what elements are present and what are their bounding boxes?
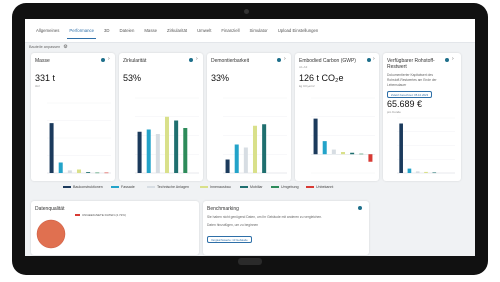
tab-3d[interactable]: 3D xyxy=(99,19,115,43)
legend-label: Mobiliar xyxy=(250,185,263,189)
app-screen: Allgemeines Performance 3D Dateien Masse… xyxy=(25,19,475,256)
legend-swatch xyxy=(200,186,208,188)
bar-fassade[interactable] xyxy=(407,168,412,173)
tab-upload-einstellungen[interactable]: Upload Einstellungen xyxy=(273,19,324,43)
legend-item[interactable]: Baukonstruktionen xyxy=(63,185,103,189)
bar-baukonstruktionen[interactable] xyxy=(313,118,318,155)
legend-label: Unbekannt xyxy=(316,185,334,189)
legend-label: Umgebung xyxy=(281,185,299,189)
gear-icon[interactable]: ⚙ xyxy=(63,44,67,50)
bar-innenausbau[interactable] xyxy=(164,116,170,173)
bar-mobiliar[interactable] xyxy=(432,172,437,174)
tab-dateien[interactable]: Dateien xyxy=(115,19,140,43)
bar-fassade[interactable] xyxy=(146,129,151,174)
legend-swatch xyxy=(306,186,314,188)
legend-item[interactable]: Technische Anlagen xyxy=(147,185,189,189)
bar-fassade[interactable] xyxy=(234,144,239,174)
bar-mobiliar[interactable] xyxy=(86,172,91,173)
card-benchmarking: Benchmarking Sie haben nicht genügend Da… xyxy=(203,201,369,255)
bar-innenausbau[interactable] xyxy=(340,152,346,155)
chart-embodied-carbon xyxy=(311,97,375,174)
bar-fassade[interactable] xyxy=(322,141,327,155)
card-datenqualitaet: Datenqualität UNGEEIGNETE DATEN (2.72%) xyxy=(31,201,199,255)
legend-label: Innenausbau xyxy=(210,185,231,189)
card-note-line: Sie haben nicht genügend Daten, um Ihr G… xyxy=(207,215,323,219)
bar-unbekannt[interactable] xyxy=(368,154,373,162)
card-zirkularitaet: Zirkularität › 53% xyxy=(119,53,203,181)
legend-item[interactable]: Fassade xyxy=(111,185,135,189)
bar-innenausbau[interactable] xyxy=(252,125,258,173)
bar-mobiliar[interactable] xyxy=(174,120,179,174)
bar-innenausbau[interactable] xyxy=(424,171,428,173)
tab-simulator[interactable]: Simulator xyxy=(245,19,273,43)
camera-dot xyxy=(244,9,249,14)
legend-swatch xyxy=(111,186,119,188)
bar-technische-anlagen[interactable] xyxy=(155,134,160,173)
chart-legend: Baukonstruktionen Fassade Technische Anl… xyxy=(63,185,363,193)
legend-label: Baukonstruktionen xyxy=(73,185,103,189)
legend-swatch xyxy=(63,186,71,188)
tab-bar: Allgemeines Performance 3D Dateien Masse… xyxy=(25,19,475,43)
bar-baukonstruktionen[interactable] xyxy=(399,123,403,174)
bar-umgebung[interactable] xyxy=(183,128,188,173)
legend-swatch xyxy=(147,186,155,188)
pie-legend-label: UNGEEIGNETE DATEN (2.72%) xyxy=(82,213,126,217)
tab-performance[interactable]: Performance xyxy=(64,19,99,43)
bar-mobiliar[interactable] xyxy=(350,152,355,155)
chart-demontierbarkeit xyxy=(223,97,287,174)
tab-allgemeines[interactable]: Allgemeines xyxy=(31,19,64,43)
bar-baukonstruktionen[interactable] xyxy=(137,131,142,173)
tab-masse[interactable]: Masse xyxy=(139,19,162,43)
legend-swatch xyxy=(271,186,279,188)
tab-zirkularitaet[interactable]: Zirkularität xyxy=(162,19,192,43)
tab-finanziell[interactable]: Finanziell xyxy=(216,19,244,43)
legend-item[interactable]: Unbekannt xyxy=(306,185,333,189)
bar-innenausbau[interactable] xyxy=(76,169,82,174)
bar-unbekannt[interactable] xyxy=(104,172,109,174)
info-dot-icon[interactable] xyxy=(358,206,362,210)
tab-umwelt[interactable]: Umwelt xyxy=(192,19,216,43)
bar-technische-anlagen[interactable] xyxy=(415,171,420,173)
chart-datenqualitaet: UNGEEIGNETE DATEN (2.72%) xyxy=(36,213,126,249)
card-note: Sie haben nicht genügend Daten, um Ihr G… xyxy=(207,215,357,228)
card-masse: Masse › 331 t t/m² xyxy=(31,53,115,181)
bar-fassade[interactable] xyxy=(58,162,63,174)
legend-label: Fassade xyxy=(121,185,135,189)
pie-legend-swatch xyxy=(75,214,80,216)
bar-technische-anlagen[interactable] xyxy=(67,170,72,173)
legend-item[interactable]: Mobiliar xyxy=(240,185,263,189)
chart-masse xyxy=(47,102,111,174)
bar-technische-anlagen[interactable] xyxy=(243,147,248,174)
legend-label: Technische Anlagen xyxy=(157,185,189,189)
bar-umgebung[interactable] xyxy=(95,172,100,174)
card-rohstoff-restwert: Verfügbarer Rohstoff- Restwert › Dokumen… xyxy=(383,53,461,181)
bar-baukonstruktionen[interactable] xyxy=(49,123,54,173)
legend-item[interactable]: Innenausbau xyxy=(200,185,231,189)
monitor-logo xyxy=(238,258,262,265)
subbar: Bauteile anpassen ⚙ xyxy=(29,43,68,51)
bar-baukonstruktionen[interactable] xyxy=(225,159,230,174)
chart-zirkularitaet xyxy=(135,97,199,174)
legend-swatch xyxy=(240,186,248,188)
card-demontierbarkeit: Demontierbarkeit › 33% xyxy=(207,53,291,181)
bauteile-anpassen-link[interactable]: Bauteile anpassen xyxy=(29,45,60,49)
bar-mobiliar[interactable] xyxy=(262,124,267,173)
benchmark-count-badge: Vergleichswerte: 13 Gebäude xyxy=(207,236,252,243)
card-embodied-carbon: Embodied Carbon (GWP) A1-A3 › 126 t CO₂e… xyxy=(295,53,379,181)
card-title: Benchmarking xyxy=(207,206,239,212)
chart-rohstoff-restwert xyxy=(397,117,455,174)
bar-umgebung[interactable] xyxy=(359,153,364,155)
bar-technische-anlagen[interactable] xyxy=(331,149,336,155)
card-note-line: Daten hinzufügen, um zu beginnen xyxy=(207,223,259,227)
legend-item[interactable]: Umgebung xyxy=(271,185,299,189)
